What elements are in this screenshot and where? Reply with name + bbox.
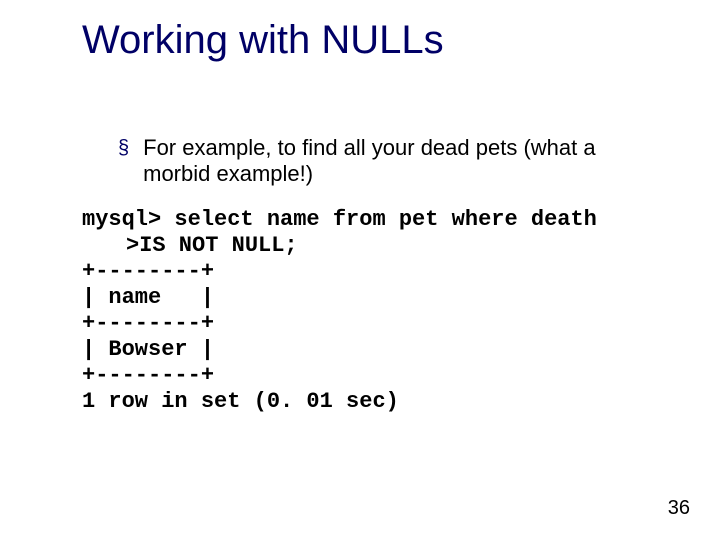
code-line: +--------+ (82, 259, 214, 284)
code-line: 1 row in set (0. 01 sec) (82, 389, 399, 414)
bullet-text: For example, to find all your dead pets … (143, 135, 660, 187)
code-line: | name | (82, 285, 214, 310)
code-block: mysql> select name from pet where death … (82, 207, 660, 415)
code-line: +--------+ (82, 311, 214, 336)
slide-body: § For example, to find all your dead pet… (82, 135, 660, 415)
code-line: >IS NOT NULL; (126, 233, 298, 258)
slide: Working with NULLs § For example, to fin… (0, 0, 720, 540)
page-number: 36 (668, 497, 690, 520)
code-line: mysql> select name from pet where death (82, 207, 597, 232)
bullet-icon: § (118, 135, 129, 161)
slide-title: Working with NULLs (82, 18, 444, 63)
bullet-item: § For example, to find all your dead pet… (118, 135, 660, 187)
code-line: +--------+ (82, 363, 214, 388)
code-line: | Bowser | (82, 337, 214, 362)
